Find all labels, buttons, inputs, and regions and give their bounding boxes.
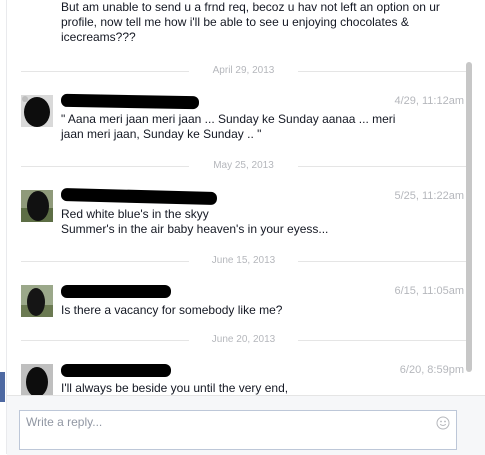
message-text: Is there a vacancy for somebody like me? [61, 303, 421, 318]
date-divider: May 25, 2013 [21, 159, 466, 173]
message-text: But am unable to send u a frnd req, beco… [61, 0, 440, 44]
message-timestamp: 4/29, 11:12am [394, 95, 464, 107]
message-thread[interactable]: But am unable to send u a frnd req, beco… [7, 0, 472, 395]
reply-input[interactable] [20, 411, 456, 449]
message-line: " Aana meri jaan meri jaan ... Sunday ke… [61, 112, 396, 126]
avatar[interactable] [21, 364, 53, 395]
message-line: jaan meri jaan, Sunday ke Sunday .. " [61, 127, 262, 141]
message-line: Red white blue's in the skyy [61, 207, 209, 221]
date-divider: June 20, 2013 [21, 333, 466, 347]
smiley-icon[interactable] [436, 416, 450, 430]
redacted-sender-name [60, 93, 200, 110]
message-timestamp: 6/20, 8:59pm [399, 364, 464, 376]
message-text: I'll always be beside you until the very… [61, 381, 421, 395]
message-timestamp: 6/15, 11:05am [394, 285, 464, 297]
date-label: June 20, 2013 [211, 334, 276, 345]
message-line: I'll always be beside you until the very… [61, 381, 289, 395]
message-line: Summer's in the air baby heaven's in you… [61, 222, 329, 236]
avatar[interactable] [21, 285, 53, 317]
reply-composer [19, 410, 457, 450]
redacted-sender-name [61, 285, 171, 298]
left-accent-strip [0, 372, 5, 402]
message-line: Is there a vacancy for somebody like me? [61, 303, 283, 317]
redacted-sender-name [61, 364, 171, 377]
message-timestamp: 5/25, 11:22am [394, 190, 464, 202]
redacted-sender-name [60, 187, 218, 206]
date-divider: April 29, 2013 [21, 64, 466, 78]
date-label: April 29, 2013 [212, 65, 275, 76]
message-text: " Aana meri jaan meri jaan ... Sunday ke… [61, 112, 421, 142]
scrollbar-thumb[interactable] [466, 62, 472, 372]
date-divider: June 15, 2013 [21, 254, 466, 268]
date-label: May 25, 2013 [213, 160, 274, 171]
message-text: Red white blue's in the skyy Summer's in… [61, 207, 421, 237]
avatar[interactable] [21, 95, 53, 127]
avatar[interactable] [21, 190, 53, 222]
date-label: June 15, 2013 [211, 255, 276, 266]
